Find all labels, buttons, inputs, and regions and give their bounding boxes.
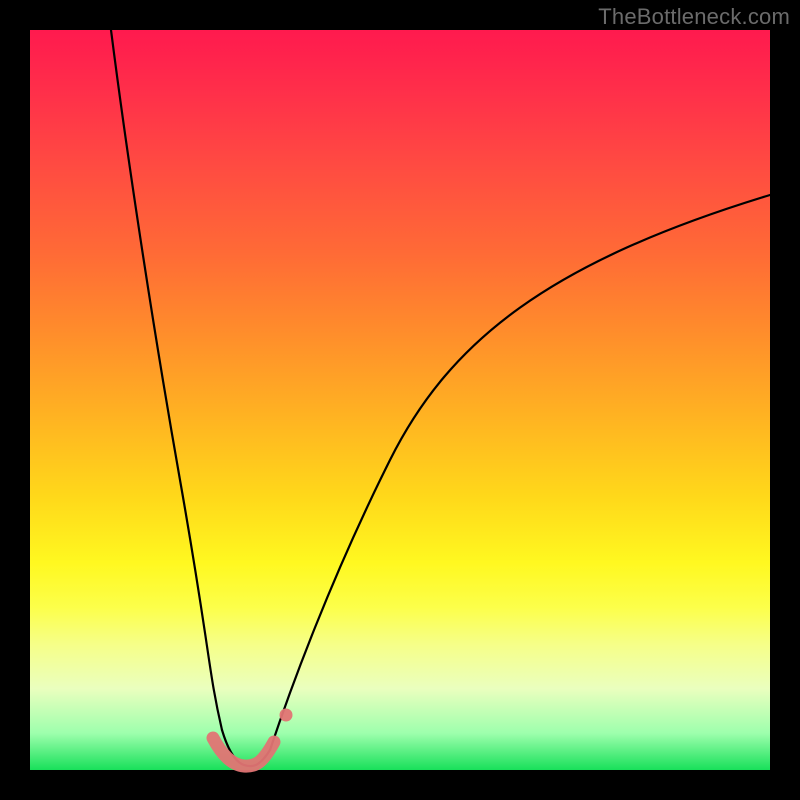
plot-area bbox=[30, 30, 770, 770]
chart-frame: TheBottleneck.com bbox=[0, 0, 800, 800]
left-branch-curve bbox=[111, 30, 222, 730]
salmon-dot bbox=[280, 709, 293, 722]
salmon-valley-band bbox=[213, 738, 274, 766]
watermark-text: TheBottleneck.com bbox=[598, 4, 790, 30]
curve-layer bbox=[30, 30, 770, 770]
right-branch-curve bbox=[270, 195, 770, 750]
